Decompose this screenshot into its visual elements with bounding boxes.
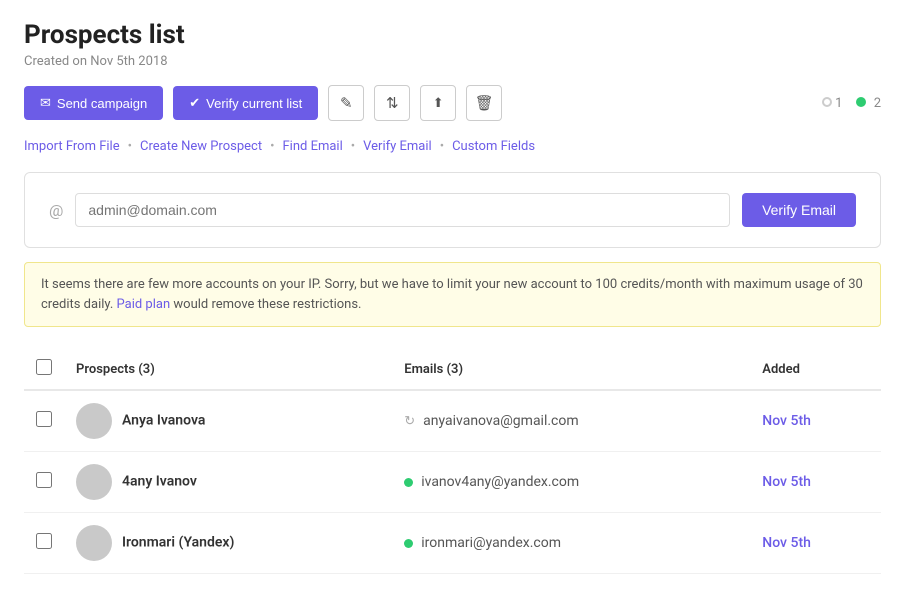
email-address: ironmari@yandex.com: [421, 535, 561, 551]
row-checkbox-cell: [24, 390, 64, 452]
upload-button[interactable]: ⬆: [420, 85, 456, 121]
status-empty-icon: [822, 97, 832, 107]
verify-email-link[interactable]: Verify Email: [363, 139, 432, 154]
upload-icon: ⬆: [433, 95, 444, 111]
email-cell: ironmari@yandex.com: [392, 513, 750, 574]
row-checkbox-cell: [24, 513, 64, 574]
trash-icon: 🗑: [475, 94, 494, 112]
nav-sep-1: •: [128, 139, 132, 154]
email-address: anyaivanova@gmail.com: [423, 413, 579, 429]
row-checkbox[interactable]: [36, 533, 52, 549]
verify-email-input[interactable]: [75, 193, 730, 227]
filter-icon: ⇅: [386, 94, 399, 112]
col-header-added: Added: [750, 349, 881, 390]
prospect-name: 4any Ivanov: [122, 474, 197, 490]
added-prefix: Nov: [762, 474, 790, 490]
nav-sep-2: •: [270, 139, 274, 154]
avatar: [76, 525, 112, 561]
edit-button[interactable]: ✎: [328, 85, 364, 121]
nav-links: Import From File • Create New Prospect •…: [24, 139, 881, 154]
email-status-dot: [404, 478, 413, 487]
status-counts: 1 2: [822, 96, 881, 111]
send-campaign-label: Send campaign: [57, 96, 147, 111]
warning-text2: would remove these restrictions.: [170, 297, 361, 312]
prospect-name: Ironmari (Yandex): [122, 535, 234, 551]
import-from-file-link[interactable]: Import From File: [24, 139, 120, 154]
row-checkbox[interactable]: [36, 472, 52, 488]
avatar: [76, 403, 112, 439]
added-prefix: Nov: [762, 535, 790, 551]
col-header-prospects: Prospects (3): [64, 349, 392, 390]
table-row: Anya Ivanova ↻ anyaivanova@gmail.com Nov 5t…: [24, 390, 881, 452]
verify-email-button[interactable]: Verify Email: [742, 193, 856, 227]
trash-button[interactable]: 🗑: [466, 85, 502, 121]
email-cell: ↻ anyaivanova@gmail.com: [392, 390, 750, 452]
avatar: [76, 464, 112, 500]
verify-email-section: @ Verify Email: [24, 172, 881, 248]
send-campaign-button[interactable]: ✉ Send campaign: [24, 86, 163, 120]
email-cell: ivanov4any@yandex.com: [392, 452, 750, 513]
page-title: Prospects list: [24, 20, 881, 50]
table-row: Ironmari (Yandex) ironmari@yandex.com Nov …: [24, 513, 881, 574]
added-date: 5th: [790, 474, 810, 490]
warning-box: It seems there are few more accounts on …: [24, 262, 881, 327]
added-prefix: Nov: [762, 413, 790, 429]
col-added-label: Added: [762, 362, 800, 377]
custom-fields-link[interactable]: Custom Fields: [452, 139, 535, 154]
verify-list-label: Verify current list: [206, 96, 302, 111]
prospect-name-cell: 4any Ivanov: [64, 452, 392, 513]
prospect-name-cell: Anya Ivanova: [64, 390, 392, 452]
nav-sep-4: •: [440, 139, 444, 154]
status-green-count: 2: [856, 96, 881, 111]
added-date: 5th: [790, 535, 810, 551]
paid-plan-link[interactable]: Paid plan: [117, 297, 171, 312]
filter-button[interactable]: ⇅: [374, 85, 410, 121]
added-date: 5th: [790, 413, 810, 429]
nav-sep-3: •: [351, 139, 355, 154]
select-all-cell: [24, 349, 64, 390]
col-emails-label: Emails (3): [404, 362, 463, 377]
create-new-prospect-link[interactable]: Create New Prospect: [140, 139, 262, 154]
at-symbol: @: [49, 201, 63, 220]
status-empty-number: 1: [835, 96, 842, 111]
prospect-name: Anya Ivanova: [122, 413, 205, 429]
col-header-emails: Emails (3): [392, 349, 750, 390]
col-prospects-label: Prospects (3): [76, 362, 155, 377]
email-wrapper: ivanov4any@yandex.com: [404, 474, 738, 490]
toolbar: ✉ Send campaign ✔ Verify current list ✎ …: [24, 85, 881, 121]
status-green-icon: [856, 97, 866, 107]
select-all-checkbox[interactable]: [36, 359, 52, 375]
email-refresh-icon: ↻: [404, 414, 415, 429]
added-date-cell: Nov 5th: [750, 390, 881, 452]
added-date-cell: Nov 5th: [750, 513, 881, 574]
find-email-link[interactable]: Find Email: [282, 139, 342, 154]
row-checkbox[interactable]: [36, 411, 52, 427]
status-green-number: 2: [874, 96, 881, 111]
row-checkbox-cell: [24, 452, 64, 513]
email-wrapper: ↻ anyaivanova@gmail.com: [404, 413, 738, 429]
status-empty-count: 1: [822, 96, 843, 111]
prospect-name-cell: Ironmari (Yandex): [64, 513, 392, 574]
check-icon: ✔: [189, 95, 200, 111]
table-row: 4any Ivanov ivanov4any@yandex.com Nov 5th: [24, 452, 881, 513]
email-wrapper: ironmari@yandex.com: [404, 535, 738, 551]
edit-icon: ✎: [340, 94, 353, 112]
envelope-icon: ✉: [40, 95, 51, 111]
verify-list-button[interactable]: ✔ Verify current list: [173, 86, 318, 120]
table-header-row: Prospects (3) Emails (3) Added: [24, 349, 881, 390]
added-date-cell: Nov 5th: [750, 452, 881, 513]
email-address: ivanov4any@yandex.com: [421, 474, 579, 490]
page-subtitle: Created on Nov 5th 2018: [24, 54, 881, 69]
prospects-table: Prospects (3) Emails (3) Added Anya Ivan…: [24, 349, 881, 574]
